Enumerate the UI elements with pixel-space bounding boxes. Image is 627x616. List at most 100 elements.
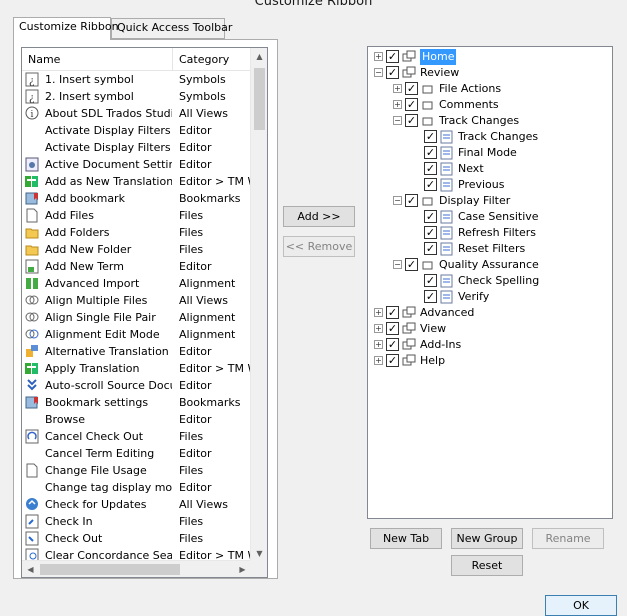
tree-node-label[interactable]: Next xyxy=(458,161,484,177)
list-item[interactable]: Auto-scroll Source Docu... Editor xyxy=(22,377,251,394)
tree-node[interactable]: + ✓ Advanced xyxy=(368,305,608,321)
tab-quick-access-toolbar[interactable]: Quick Access Toolbar xyxy=(111,18,232,39)
list-item[interactable]: Browse Editor xyxy=(22,411,251,428)
scroll-left-icon[interactable]: ◀ xyxy=(22,561,39,577)
list-item[interactable]: Alternative Translation L... Editor xyxy=(22,343,251,360)
tree-node-label[interactable]: View xyxy=(420,321,446,337)
ribbon-tree[interactable]: + ✓ Home − ✓ Review + ✓ File Actions + ✓ Comments − ✓… xyxy=(367,46,613,519)
list-item[interactable]: Add Folders Files xyxy=(22,224,251,241)
tree-node-checkbox[interactable]: ✓ xyxy=(386,306,399,319)
tree-node[interactable]: ✓ Verify xyxy=(368,289,608,305)
column-header-name[interactable]: Name xyxy=(22,48,173,71)
expand-icon[interactable]: + xyxy=(393,100,402,109)
tree-node-label[interactable]: Previous xyxy=(458,177,505,193)
scroll-up-icon[interactable]: ▲ xyxy=(251,48,267,65)
tree-node[interactable]: + ✓ View xyxy=(368,321,608,337)
tree-node-checkbox[interactable]: ✓ xyxy=(424,242,437,255)
expand-icon[interactable]: + xyxy=(374,356,383,365)
tree-node[interactable]: − ✓ Review xyxy=(368,65,608,81)
list-item[interactable]: Check for Updates All Views xyxy=(22,496,251,513)
tree-node-label[interactable]: Final Mode xyxy=(458,145,517,161)
expand-icon[interactable]: + xyxy=(374,340,383,349)
tree-node-checkbox[interactable]: ✓ xyxy=(405,82,418,95)
tree-node-checkbox[interactable]: ✓ xyxy=(424,274,437,287)
scroll-thumb[interactable] xyxy=(254,68,265,130)
tree-node-checkbox[interactable]: ✓ xyxy=(424,178,437,191)
tree-node[interactable]: ✓ Refresh Filters xyxy=(368,225,608,241)
expand-icon[interactable]: + xyxy=(374,52,383,61)
list-item[interactable]: i About SDL Trados Studio All Views xyxy=(22,105,251,122)
tree-node-checkbox[interactable]: ✓ xyxy=(405,194,418,207)
collapse-icon[interactable]: − xyxy=(393,196,402,205)
command-list[interactable]: Name Category ¿ 1. Insert symbol Symbols ¿ 2… xyxy=(21,47,268,578)
tree-node[interactable]: ✓ Next xyxy=(368,161,608,177)
scroll-right-icon[interactable]: ▶ xyxy=(234,561,251,577)
list-item[interactable]: Active Document Settings Editor xyxy=(22,156,251,173)
column-header-category[interactable]: Category xyxy=(173,48,251,71)
tree-node-checkbox[interactable]: ✓ xyxy=(424,226,437,239)
remove-button[interactable]: << Remove xyxy=(283,236,355,257)
tree-node-checkbox[interactable]: ✓ xyxy=(386,66,399,79)
tree-node-checkbox[interactable]: ✓ xyxy=(405,258,418,271)
tree-node[interactable]: ✓ Case Sensitive xyxy=(368,209,608,225)
list-item[interactable]: Add New Folder Files xyxy=(22,241,251,258)
tree-node[interactable]: ✓ Previous xyxy=(368,177,608,193)
list-item[interactable]: Align Single File Pair Alignment xyxy=(22,309,251,326)
tree-node-label[interactable]: Check Spelling xyxy=(458,273,539,289)
list-item[interactable]: Change File Usage Files xyxy=(22,462,251,479)
list-item[interactable]: Activate Display Filters Editor xyxy=(22,122,251,139)
expand-icon[interactable]: + xyxy=(374,324,383,333)
list-item[interactable]: Add Files Files xyxy=(22,207,251,224)
tree-node-checkbox[interactable]: ✓ xyxy=(424,210,437,223)
list-item[interactable]: Align Multiple Files All Views xyxy=(22,292,251,309)
tree-node[interactable]: + ✓ File Actions xyxy=(368,81,608,97)
list-item[interactable]: ¿ 1. Insert symbol Symbols xyxy=(22,71,251,88)
collapse-icon[interactable]: − xyxy=(393,116,402,125)
collapse-icon[interactable]: − xyxy=(374,68,383,77)
tree-node[interactable]: − ✓ Quality Assurance xyxy=(368,257,608,273)
add-button[interactable]: Add >> xyxy=(283,206,355,227)
tree-node-label[interactable]: File Actions xyxy=(439,81,501,97)
list-item[interactable]: Advanced Import Alignment xyxy=(22,275,251,292)
list-item[interactable]: Check Out Files xyxy=(22,530,251,547)
tree-node-label[interactable]: Track Changes xyxy=(439,113,519,129)
tree-node-checkbox[interactable]: ✓ xyxy=(386,354,399,367)
list-item[interactable]: ¿ 2. Insert symbol Symbols xyxy=(22,88,251,105)
tree-node[interactable]: + ✓ Add-Ins xyxy=(368,337,608,353)
reset-button[interactable]: Reset xyxy=(451,555,523,576)
tree-node-label[interactable]: Review xyxy=(420,65,459,81)
tree-node-checkbox[interactable]: ✓ xyxy=(386,50,399,63)
tree-node-checkbox[interactable]: ✓ xyxy=(405,114,418,127)
tree-node[interactable]: ✓ Final Mode xyxy=(368,145,608,161)
tree-node[interactable]: − ✓ Display Filter xyxy=(368,193,608,209)
new-tab-button[interactable]: New Tab xyxy=(370,528,442,549)
list-item[interactable]: Cancel Term Editing Editor xyxy=(22,445,251,462)
tree-node-label[interactable]: Quality Assurance xyxy=(439,257,539,273)
list-item[interactable]: Add as New Translation Editor > TM W xyxy=(22,173,251,190)
tree-node[interactable]: + ✓ Home xyxy=(368,49,608,65)
tree-node-label[interactable]: Verify xyxy=(458,289,489,305)
list-item[interactable]: Add bookmark Bookmarks xyxy=(22,190,251,207)
list-item[interactable]: Change tag display mode Editor xyxy=(22,479,251,496)
list-item[interactable]: Add New Term Editor xyxy=(22,258,251,275)
tree-node-checkbox[interactable]: ✓ xyxy=(405,98,418,111)
list-item[interactable]: Check In Files xyxy=(22,513,251,530)
list-item[interactable]: Alignment Edit Mode Alignment xyxy=(22,326,251,343)
tree-node-label[interactable]: Display Filter xyxy=(439,193,510,209)
rename-button[interactable]: Rename xyxy=(532,528,604,549)
tree-node-label[interactable]: Reset Filters xyxy=(458,241,525,257)
tree-node[interactable]: ✓ Reset Filters xyxy=(368,241,608,257)
hscroll-thumb[interactable] xyxy=(40,564,180,575)
tree-node-label[interactable]: Advanced xyxy=(420,305,474,321)
collapse-icon[interactable]: − xyxy=(393,260,402,269)
list-item[interactable]: Activate Display Filters S... Editor xyxy=(22,139,251,156)
tree-node-label[interactable]: Home xyxy=(420,49,457,65)
tree-node[interactable]: + ✓ Help xyxy=(368,353,608,369)
tree-node-label[interactable]: Help xyxy=(420,353,445,369)
tree-node-label[interactable]: Track Changes xyxy=(458,129,538,145)
tree-node-checkbox[interactable]: ✓ xyxy=(424,146,437,159)
tree-node[interactable]: − ✓ Track Changes xyxy=(368,113,608,129)
tree-node[interactable]: + ✓ Comments xyxy=(368,97,608,113)
tab-customize-ribbon[interactable]: Customize Ribbon xyxy=(13,17,119,40)
horizontal-scrollbar[interactable]: ◀ ▶ xyxy=(22,560,251,577)
